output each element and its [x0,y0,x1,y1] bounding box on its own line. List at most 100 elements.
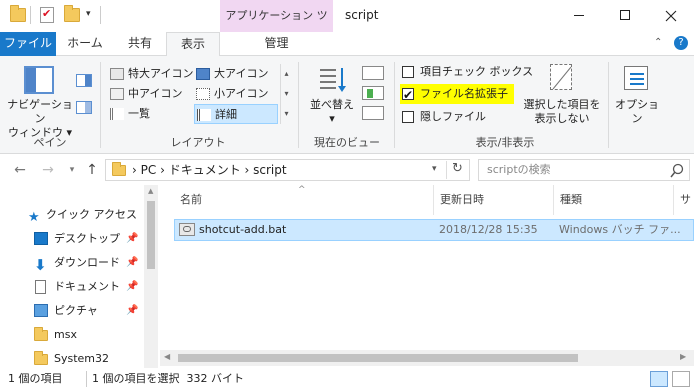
recent-locations-icon[interactable]: ▾ [62,160,82,180]
breadcrumb-pc[interactable]: PC [141,163,157,177]
nav-pane-scroll-thumb[interactable] [147,201,155,269]
pin-icon[interactable]: 📌 [126,299,138,323]
hide-selected-items-button[interactable]: 選択した項目を 表示しない [520,98,604,126]
layout-gallery: 特大アイコン 大アイコン 中アイコン 小アイコン 一覧 詳細 [104,62,292,124]
breadcrumb: › PC › ドキュメント › script [132,163,287,177]
layout-large-icons-label: 大アイコン [214,67,269,80]
layout-details-label: 詳細 [215,108,237,121]
customize-toolbar-icon[interactable]: ▾ [86,9,91,19]
back-arrow-icon[interactable]: ← [10,160,30,180]
breadcrumb-documents[interactable]: ドキュメント [169,163,241,177]
group-label-show-hide: 表示/非表示 [475,136,535,149]
details-pane-icon[interactable] [76,101,92,114]
forward-arrow-icon[interactable]: → [38,160,58,180]
breadcrumb-script[interactable]: script [253,163,286,177]
nav-item-desktop[interactable]: デスクトップ 📌 [34,227,144,251]
nav-item-downloads[interactable]: ⬇ ダウンロード 📌 [34,251,144,275]
extra-large-icons-icon [110,68,124,80]
up-arrow-icon[interactable]: ↑ [82,160,102,180]
item-checkboxes-option[interactable]: 項目チェック ボックス [400,62,533,82]
tab-manage[interactable]: 管理 [220,32,333,56]
item-checkboxes-checkbox[interactable] [402,66,414,78]
column-header-modified[interactable]: 更新日時 [434,185,554,215]
collapse-ribbon-icon[interactable]: ⌃ [654,37,662,48]
address-dropdown-icon[interactable]: ▾ [432,164,437,174]
search-input[interactable]: scriptの検索 [487,163,551,177]
column-header-name[interactable]: 名前 [174,185,434,215]
navigation-bar: ← → ▾ ↑ › PC › ドキュメント › script ▾ ↻ scrip… [0,155,694,185]
sort-by-icon[interactable] [318,66,346,92]
options-button[interactable]: オプション [610,98,664,126]
layout-details[interactable]: 詳細 [194,104,278,124]
close-icon [665,10,677,22]
nav-item-quick-access[interactable]: ★ クイック アクセス [28,203,137,227]
details-view-toggle-icon[interactable] [650,371,668,387]
folder-icon [112,162,126,176]
column-header-type[interactable]: 種類 [554,185,674,215]
nav-item-documents[interactable]: ドキュメント 📌 [34,275,144,299]
layout-list[interactable]: 一覧 [108,104,150,124]
file-name-cell[interactable]: shotcut-add.bat [199,223,286,237]
file-name-extensions-option[interactable]: ファイル名拡張子 [400,84,514,105]
close-button[interactable] [648,0,694,32]
scroll-left-icon[interactable]: ◀ [164,352,170,361]
status-bar: 1 個の項目 1 個の項目を選択 332 バイト [0,368,694,390]
tab-view[interactable]: 表示 [166,32,220,57]
help-icon[interactable]: ? [674,36,688,50]
search-icon[interactable] [669,163,685,179]
options-icon[interactable] [624,66,648,90]
pin-icon[interactable]: 📌 [126,227,138,251]
group-label-layout: レイアウト [170,136,226,149]
layout-large-icons[interactable]: 大アイコン [194,64,268,84]
desktop-icon [34,232,48,245]
divider [100,6,101,24]
layout-extra-large-icons[interactable]: 特大アイコン [108,64,193,84]
add-columns-icon[interactable] [362,86,384,100]
size-columns-icon[interactable] [362,106,384,120]
pin-icon[interactable]: 📌 [126,275,138,299]
sort-by-button[interactable]: 並べ替え ▾ [306,98,358,126]
nav-pane-scrollbar[interactable]: ▲ [144,185,158,368]
maximize-button[interactable] [602,0,648,32]
folder-icon [34,351,48,365]
divider [86,371,87,387]
file-name-extensions-label: ファイル名拡張子 [420,87,508,100]
address-bar[interactable]: › PC › ドキュメント › script ▾ ↻ [105,159,470,181]
scroll-right-icon[interactable]: ▶ [680,352,686,361]
properties-icon[interactable]: ✔ [40,7,54,23]
hidden-items-option[interactable]: 隠しファイル [400,107,486,127]
column-header-size[interactable]: サイ [674,185,694,236]
file-name-extensions-checkbox[interactable] [402,85,414,105]
group-separator [394,62,395,148]
layout-small-icons[interactable]: 小アイコン [194,84,268,104]
hidden-items-checkbox[interactable] [402,111,414,123]
minimize-button[interactable] [556,0,602,32]
navigation-pane-button[interactable] [24,66,54,94]
layout-gallery-scroll[interactable]: ▴ ▾ ▾ [280,64,292,124]
file-type-cell: Windows バッチ ファ... [559,223,681,236]
hide-selected-items-icon[interactable] [550,64,572,90]
download-icon: ⬇ [34,256,47,274]
group-by-icon[interactable] [362,66,384,80]
new-folder-icon[interactable] [64,5,80,22]
horizontal-scrollbar[interactable]: ◀ ▶ [160,350,694,366]
pin-icon[interactable]: 📌 [126,251,138,275]
status-item-count: 1 個の項目 [8,372,63,385]
group-label-current-view: 現在のビュー [314,136,380,149]
large-icons-view-toggle-icon[interactable] [672,371,690,387]
horizontal-scroll-thumb[interactable] [178,354,578,362]
search-box[interactable]: scriptの検索 [478,159,690,181]
table-row[interactable]: shotcut-add.bat 2018/12/28 15:35 Windows… [174,219,694,241]
tab-home[interactable]: ホーム [56,32,114,56]
preview-pane-icon[interactable] [76,74,92,87]
nav-item-msx[interactable]: msx [34,323,77,347]
nav-item-pictures[interactable]: ピクチャ 📌 [34,299,144,323]
tab-share[interactable]: 共有 [114,32,166,56]
refresh-icon[interactable]: ↻ [452,161,463,176]
tab-file[interactable]: ファイル [0,32,56,56]
layout-medium-icons[interactable]: 中アイコン [108,84,182,104]
file-modified-cell: 2018/12/28 15:35 [439,223,538,236]
group-label-pane: ペイン [33,136,67,149]
group-separator [608,62,609,148]
ribbon: ナビゲーション ウィンドウ ▾ ペイン 特大アイコン 大アイコン 中アイコン 小… [0,56,694,154]
